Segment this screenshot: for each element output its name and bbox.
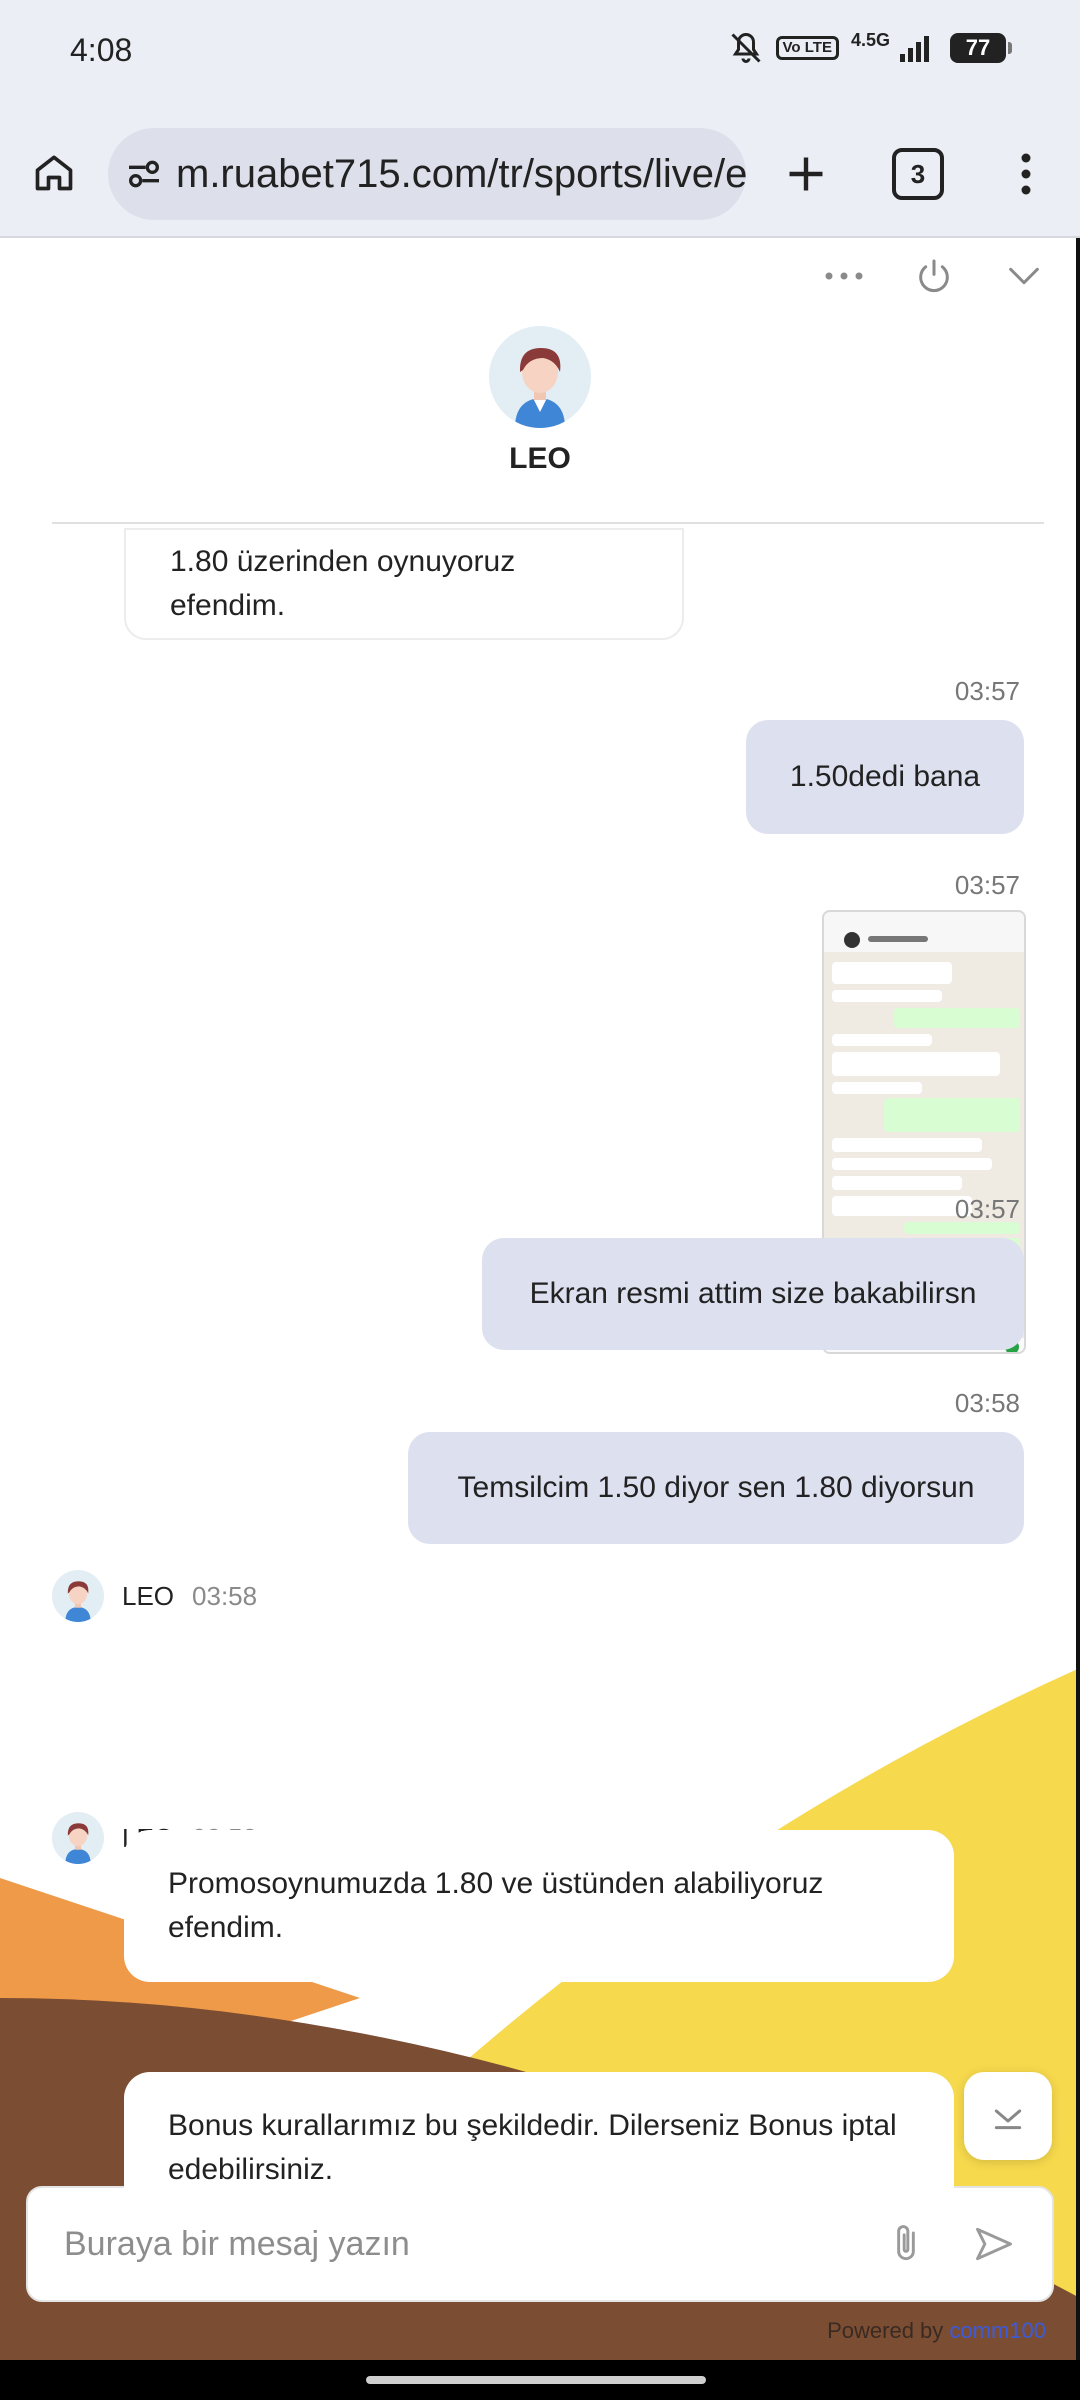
- browser-toolbar: m.ruabet715.com/tr/sports/live/e 3: [0, 104, 1080, 238]
- chevron-down-icon: [1009, 267, 1039, 285]
- plus-icon: [789, 157, 823, 191]
- message-text: Promosoynumuzda 1.80 ve üstünden alabili…: [168, 1867, 824, 1944]
- powered-by-text: Powered by: [827, 2318, 944, 2343]
- home-button[interactable]: [26, 144, 82, 200]
- message-text: Temsilcim 1.50 diyor sen 1.80 diyorsun: [457, 1471, 975, 1504]
- status-time: 4:08: [70, 32, 133, 68]
- user-message: 1.50dedi bana: [746, 720, 1024, 834]
- attach-icon: [897, 2225, 915, 2261]
- agent-message: Promosoynumuzda 1.80 ve üstünden alabili…: [124, 1830, 954, 1982]
- message-text: 1.80 üzerinden oynuyoruz efendim.: [170, 545, 516, 622]
- agent-header: LEO: [0, 326, 1076, 476]
- message-text: Bonus kurallarımız bu şekildedir. Dilers…: [168, 2109, 897, 2186]
- message-text: Ekran resmi attim size bakabilirsn: [529, 1277, 977, 1310]
- send-button[interactable]: [964, 2214, 1024, 2274]
- user-message: Temsilcim 1.50 diyor sen 1.80 diyorsun: [408, 1432, 1024, 1544]
- url-text: m.ruabet715.com/tr/sports/live/e: [176, 151, 746, 196]
- agent-avatar-small: [52, 1812, 104, 1864]
- scroll-to-bottom-button[interactable]: [964, 2072, 1052, 2160]
- browser-menu-button[interactable]: [1006, 144, 1046, 204]
- volte-badge: Vo LTE: [775, 36, 839, 60]
- chat-top-actions: [820, 252, 1048, 300]
- message-time: 03:58: [954, 1388, 1020, 1418]
- agent-sender-row: LEO 03:58: [52, 1570, 257, 1622]
- status-icons: Vo LTE 4.5G 77: [728, 30, 1012, 66]
- powered-by: Powered by comm100: [827, 2318, 1046, 2344]
- minimize-chat-button[interactable]: [1000, 252, 1048, 300]
- message-text: 1.50dedi bana: [789, 760, 981, 793]
- gesture-handle[interactable]: [366, 2376, 706, 2384]
- new-tab-button[interactable]: [776, 144, 836, 204]
- message-time: 03:57: [954, 676, 1020, 706]
- agent-message: 1.80 üzerinden oynuyoruz efendim.: [124, 528, 684, 640]
- agent-name: LEO: [509, 442, 571, 475]
- power-icon: [919, 259, 949, 293]
- home-icon: [35, 155, 73, 191]
- address-bar[interactable]: m.ruabet715.com/tr/sports/live/e: [108, 128, 746, 220]
- send-icon: [976, 2227, 1012, 2261]
- message-time: 03:58: [192, 1580, 258, 1611]
- attach-button[interactable]: [876, 2214, 936, 2274]
- message-time: 03:57: [954, 870, 1020, 900]
- agent-message: Bonus kurallarımız bu şekildedir. Dilers…: [124, 2072, 954, 2188]
- site-info-icon[interactable]: [124, 150, 164, 198]
- chat-window: LEO 1.80 üzerinden oynuyoruz efendim. 03…: [0, 238, 1080, 2360]
- more-horiz-icon: [825, 272, 863, 280]
- message-time: 03:57: [954, 1194, 1020, 1224]
- sender-name: LEO: [122, 1580, 175, 1611]
- signal-icon: [898, 32, 938, 64]
- system-nav-bar: [0, 2360, 1080, 2400]
- agent-avatar: [489, 326, 591, 428]
- battery-indicator: 77: [950, 33, 1012, 63]
- more-vert-icon: [1021, 153, 1031, 195]
- header-divider: [52, 522, 1044, 524]
- status-bar: 4:08 Vo LTE 4.5G 77: [0, 0, 1080, 104]
- message-composer: [26, 2186, 1054, 2302]
- chevron-down-icon: [994, 2109, 1022, 2130]
- message-input[interactable]: [64, 2224, 876, 2264]
- more-options-button[interactable]: [820, 252, 868, 300]
- user-message: Ekran resmi attim size bakabilirsn: [482, 1238, 1024, 1350]
- agent-avatar-small: [52, 1570, 104, 1622]
- mute-bell-icon: [728, 30, 764, 66]
- end-chat-button[interactable]: [910, 252, 958, 300]
- powered-by-brand-link[interactable]: comm100: [949, 2318, 1046, 2343]
- network-type-label: 4.5G: [850, 30, 890, 50]
- tabs-button[interactable]: 3: [892, 148, 944, 200]
